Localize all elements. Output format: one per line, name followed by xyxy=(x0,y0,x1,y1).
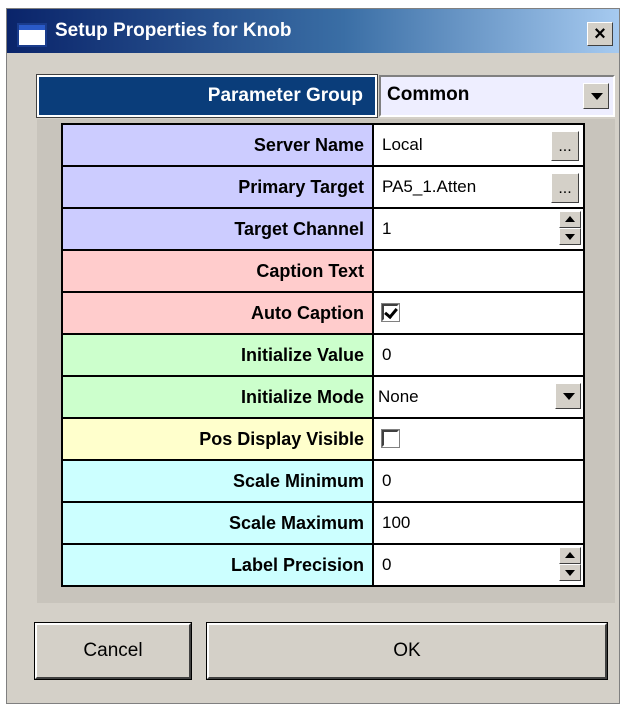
row-initialize-value: Initialize Value 0 xyxy=(61,335,585,377)
caption-text-field[interactable] xyxy=(374,251,585,291)
caption-text-label: Caption Text xyxy=(61,251,374,291)
parameter-group-value: Common xyxy=(387,84,470,105)
spin-down-icon[interactable] xyxy=(559,564,581,581)
scale-maximum-label: Scale Maximum xyxy=(61,503,374,543)
row-target-channel: Target Channel 1 xyxy=(61,209,585,251)
scale-maximum-value: 100 xyxy=(382,513,411,532)
scale-minimum-label: Scale Minimum xyxy=(61,461,374,501)
server-name-label: Server Name xyxy=(61,125,374,165)
row-scale-minimum: Scale Minimum 0 xyxy=(61,461,585,503)
row-label-precision: Label Precision 0 xyxy=(61,545,585,587)
pos-display-visible-cell xyxy=(374,419,585,459)
target-channel-label: Target Channel xyxy=(61,209,374,249)
spin-down-icon[interactable] xyxy=(559,228,581,245)
chevron-down-icon[interactable] xyxy=(555,383,581,409)
parameter-group-label: Parameter Group xyxy=(36,74,378,118)
primary-target-field[interactable]: PA5_1.Atten ... xyxy=(374,167,585,207)
target-channel-spinner xyxy=(559,211,581,245)
target-channel-field[interactable]: 1 xyxy=(374,209,585,249)
initialize-mode-label: Initialize Mode xyxy=(61,377,374,417)
spin-up-icon[interactable] xyxy=(559,211,581,228)
auto-caption-cell xyxy=(374,293,585,333)
scale-minimum-value: 0 xyxy=(382,471,392,490)
window-title: Setup Properties for Knob xyxy=(55,20,292,41)
server-name-browse-button[interactable]: ... xyxy=(551,131,579,161)
pos-display-visible-checkbox[interactable] xyxy=(381,429,400,448)
dialog-body: Parameter Group Common Server Name Local… xyxy=(7,53,619,703)
auto-caption-label: Auto Caption xyxy=(61,293,374,333)
initialize-value-field[interactable]: 0 xyxy=(374,335,585,375)
ok-button[interactable]: OK xyxy=(206,622,608,680)
window-icon xyxy=(17,23,47,47)
server-name-value: Local xyxy=(382,135,423,154)
label-precision-label: Label Precision xyxy=(61,545,374,585)
row-caption-text: Caption Text xyxy=(61,251,585,293)
properties-grid: Server Name Local ... Primary Target PA5… xyxy=(61,123,585,587)
label-precision-value: 0 xyxy=(382,555,392,574)
row-auto-caption: Auto Caption xyxy=(61,293,585,335)
primary-target-label: Primary Target xyxy=(61,167,374,207)
initialize-value-value: 0 xyxy=(382,345,392,364)
row-primary-target: Primary Target PA5_1.Atten ... xyxy=(61,167,585,209)
close-button[interactable]: × xyxy=(587,22,613,46)
parameter-group-select[interactable]: Common xyxy=(379,75,615,117)
label-precision-field[interactable]: 0 xyxy=(374,545,585,585)
row-initialize-mode: Initialize Mode None xyxy=(61,377,585,419)
cancel-button[interactable]: Cancel xyxy=(34,622,192,680)
initialize-mode-select[interactable]: None xyxy=(374,377,585,417)
setup-properties-dialog: Setup Properties for Knob × Parameter Gr… xyxy=(6,8,620,704)
server-name-field[interactable]: Local ... xyxy=(374,125,585,165)
title-bar[interactable]: Setup Properties for Knob × xyxy=(7,9,619,53)
primary-target-browse-button[interactable]: ... xyxy=(551,173,579,203)
chevron-down-icon[interactable] xyxy=(583,83,609,109)
scale-minimum-field[interactable]: 0 xyxy=(374,461,585,501)
row-scale-maximum: Scale Maximum 100 xyxy=(61,503,585,545)
initialize-value-label: Initialize Value xyxy=(61,335,374,375)
spin-up-icon[interactable] xyxy=(559,547,581,564)
row-pos-display-visible: Pos Display Visible xyxy=(61,419,585,461)
auto-caption-checkbox[interactable] xyxy=(381,303,400,322)
primary-target-value: PA5_1.Atten xyxy=(382,177,477,196)
scale-maximum-field[interactable]: 100 xyxy=(374,503,585,543)
properties-panel: Server Name Local ... Primary Target PA5… xyxy=(37,119,615,603)
row-server-name: Server Name Local ... xyxy=(61,125,585,167)
pos-display-visible-label: Pos Display Visible xyxy=(61,419,374,459)
label-precision-spinner xyxy=(559,547,581,581)
target-channel-value: 1 xyxy=(382,219,392,238)
initialize-mode-value: None xyxy=(378,387,419,406)
